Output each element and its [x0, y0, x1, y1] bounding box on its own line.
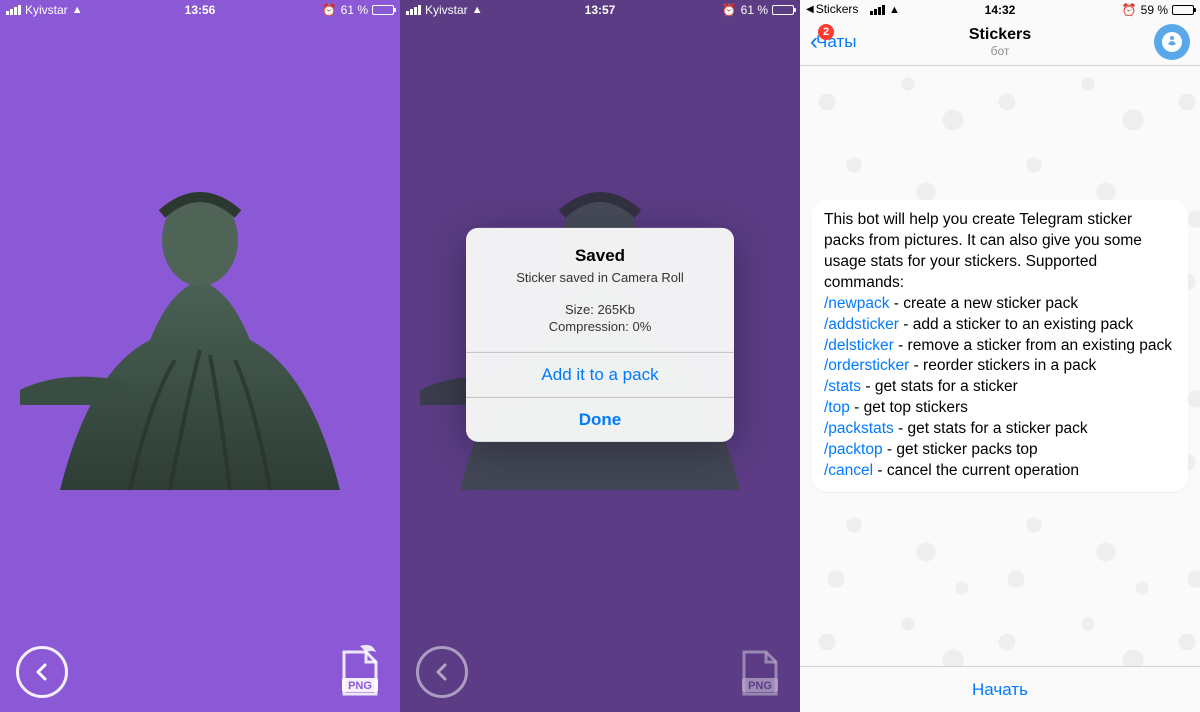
chat-title: Stickers	[969, 26, 1031, 44]
bot-command[interactable]: /stats	[824, 378, 861, 395]
battery-pct: 61 %	[741, 3, 768, 17]
alarm-icon: ⏰	[322, 3, 337, 17]
status-bar: Kyivstar ▲ 13:56 ⏰ 61 %	[0, 0, 400, 18]
wifi-icon: ▲	[472, 4, 483, 16]
command-desc: - get stats for a sticker pack	[894, 420, 1088, 437]
status-time: 14:32	[985, 3, 1016, 17]
status-time: 13:56	[185, 3, 216, 17]
done-button[interactable]: Done	[466, 396, 734, 441]
bot-command[interactable]: /newpack	[824, 295, 889, 312]
command-desc: - get stats for a sticker	[861, 378, 1018, 395]
sticker-bot-icon	[1161, 31, 1183, 53]
screen-telegram-bot: ▲ 14:32 ⏰ 59 % ◀ Stickers ‹ 2 Чаты Stick…	[800, 0, 1200, 712]
svg-text:PNG: PNG	[348, 680, 372, 692]
command-desc: - cancel the current operation	[873, 462, 1079, 479]
command-desc: - get top stickers	[850, 399, 968, 416]
command-desc: - get sticker packs top	[883, 441, 1038, 458]
chevron-left-icon: ◀	[806, 4, 814, 15]
command-desc: - add a sticker to an existing pack	[899, 316, 1133, 333]
sticker-image	[0, 170, 400, 500]
back-button[interactable]	[16, 646, 68, 698]
message-intro: This bot will help you create Telegram s…	[824, 211, 1142, 291]
chat-subtitle: бот	[969, 44, 1031, 58]
battery-icon	[772, 5, 794, 15]
svg-text:PNG: PNG	[748, 680, 772, 692]
carrier-label: Kyivstar	[25, 3, 68, 17]
bot-command[interactable]: /packstats	[824, 420, 894, 437]
start-button[interactable]: Начать	[800, 666, 1200, 712]
alert-size: Size: 265Kb	[482, 300, 718, 318]
command-desc: - remove a sticker from an existing pack	[894, 337, 1172, 354]
signal-icon	[870, 5, 885, 15]
breadcrumb-back-to-app[interactable]: ◀ Stickers	[806, 2, 858, 16]
screen-sticker-preview: Kyivstar ▲ 13:56 ⏰ 61 %	[0, 0, 400, 712]
chevron-left-icon	[432, 662, 452, 682]
bot-command[interactable]: /packtop	[824, 441, 883, 458]
bot-command[interactable]: /top	[824, 399, 850, 416]
alarm-icon: ⏰	[1122, 3, 1137, 17]
bot-command[interactable]: /ordersticker	[824, 357, 909, 374]
chat-header: ‹ 2 Чаты Stickers бот	[800, 18, 1200, 66]
bot-command[interactable]: /delsticker	[824, 337, 894, 354]
status-bar: Kyivstar ▲ 13:57 ⏰ 61 %	[400, 0, 800, 18]
screen-save-dialog: Kyivstar ▲ 13:57 ⏰ 61 % PNG	[400, 0, 800, 712]
battery-icon	[1172, 5, 1194, 15]
chevron-left-icon	[32, 662, 52, 682]
status-time: 13:57	[585, 3, 616, 17]
bot-message: This bot will help you create Telegram s…	[812, 200, 1188, 492]
back-button	[416, 646, 468, 698]
add-to-pack-button[interactable]: Add it to a pack	[466, 351, 734, 396]
export-png-button[interactable]: PNG	[336, 644, 384, 700]
bot-command[interactable]: /addsticker	[824, 316, 899, 333]
unread-badge: 2	[818, 24, 834, 40]
battery-pct: 59 %	[1141, 3, 1168, 17]
bot-command[interactable]: /cancel	[824, 462, 873, 479]
export-png-button: PNG	[736, 644, 784, 700]
status-bar: ▲ 14:32 ⏰ 59 %	[800, 0, 1200, 18]
wifi-icon: ▲	[889, 4, 900, 16]
carrier-label: Kyivstar	[425, 3, 468, 17]
battery-icon	[372, 5, 394, 15]
command-desc: - reorder stickers in a pack	[909, 357, 1096, 374]
signal-icon	[6, 5, 21, 15]
alert-compression: Compression: 0%	[482, 318, 718, 336]
alert-message: Sticker saved in Camera Roll	[482, 269, 718, 287]
wifi-icon: ▲	[72, 4, 83, 16]
alarm-icon: ⏰	[722, 3, 737, 17]
signal-icon	[406, 5, 421, 15]
alert-title: Saved	[482, 246, 718, 266]
bot-avatar[interactable]	[1154, 24, 1190, 60]
command-desc: - create a new sticker pack	[889, 295, 1078, 312]
back-to-chats[interactable]: ‹ 2 Чаты	[810, 28, 856, 56]
battery-pct: 61 %	[341, 3, 368, 17]
saved-alert: Saved Sticker saved in Camera Roll Size:…	[466, 228, 734, 442]
